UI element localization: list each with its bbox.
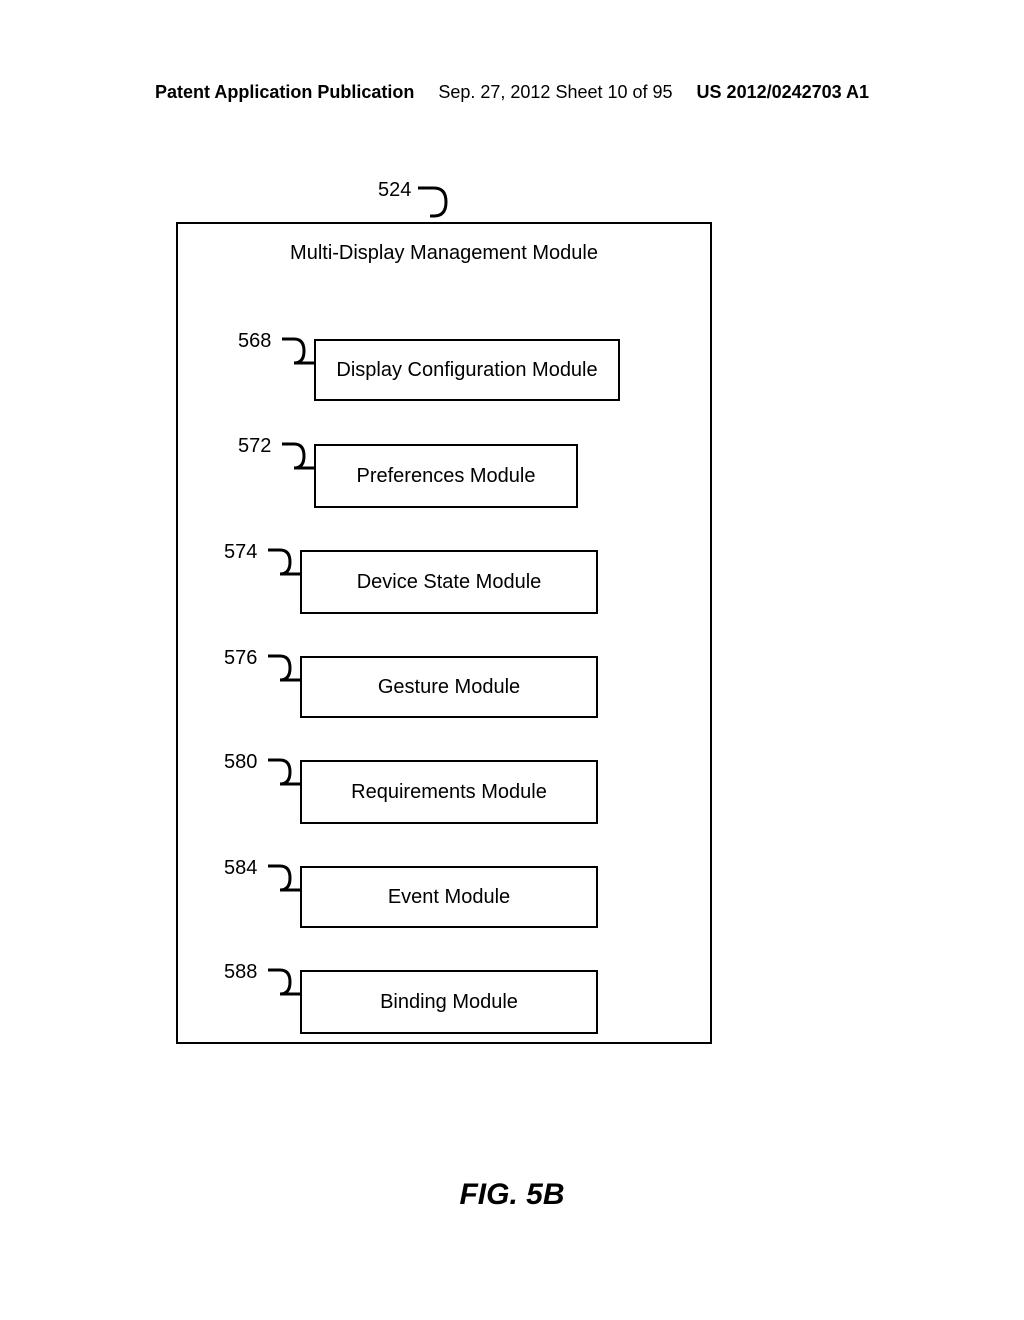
header-pub-number: US 2012/0242703 A1 [697, 82, 869, 103]
leader-hook-icon [280, 333, 316, 373]
module-box-requirements: Requirements Module [300, 760, 598, 824]
leader-hook-icon [266, 860, 302, 900]
module-label: Device State Module [357, 571, 542, 594]
leader-hook-icon [280, 438, 316, 478]
module-label: Preferences Module [357, 465, 536, 488]
module-label: Requirements Module [351, 781, 547, 804]
leader-hook-icon [266, 964, 302, 1004]
ref-number-572: 572 [238, 435, 271, 458]
page-header: Patent Application Publication Sep. 27, … [0, 82, 1024, 103]
diagram-title: Multi-Display Management Module [178, 242, 710, 265]
module-label: Binding Module [380, 991, 518, 1014]
module-box-preferences: Preferences Module [314, 444, 578, 508]
figure-caption: FIG. 5B [0, 1178, 1024, 1212]
leader-hook-icon [266, 544, 302, 584]
ref-number-576: 576 [224, 647, 257, 670]
module-box-binding: Binding Module [300, 970, 598, 1034]
leader-hook-icon [266, 650, 302, 690]
header-date-sheet: Sep. 27, 2012 Sheet 10 of 95 [438, 82, 672, 103]
module-box-event: Event Module [300, 866, 598, 928]
module-label: Event Module [388, 886, 510, 909]
ref-number-588: 588 [224, 961, 257, 984]
header-publication: Patent Application Publication [155, 82, 414, 103]
module-box-gesture: Gesture Module [300, 656, 598, 718]
main-diagram-box: Multi-Display Management Module 568 Disp… [176, 222, 712, 1044]
module-label: Display Configuration Module [336, 359, 597, 382]
ref-number-568: 568 [238, 330, 271, 353]
ref-number-584: 584 [224, 857, 257, 880]
module-box-display-config: Display Configuration Module [314, 339, 620, 401]
ref-number-574: 574 [224, 541, 257, 564]
leader-hook-icon [266, 754, 302, 794]
module-label: Gesture Module [378, 676, 520, 699]
outer-reference-number: 524 [378, 179, 411, 202]
ref-number-580: 580 [224, 751, 257, 774]
module-box-device-state: Device State Module [300, 550, 598, 614]
